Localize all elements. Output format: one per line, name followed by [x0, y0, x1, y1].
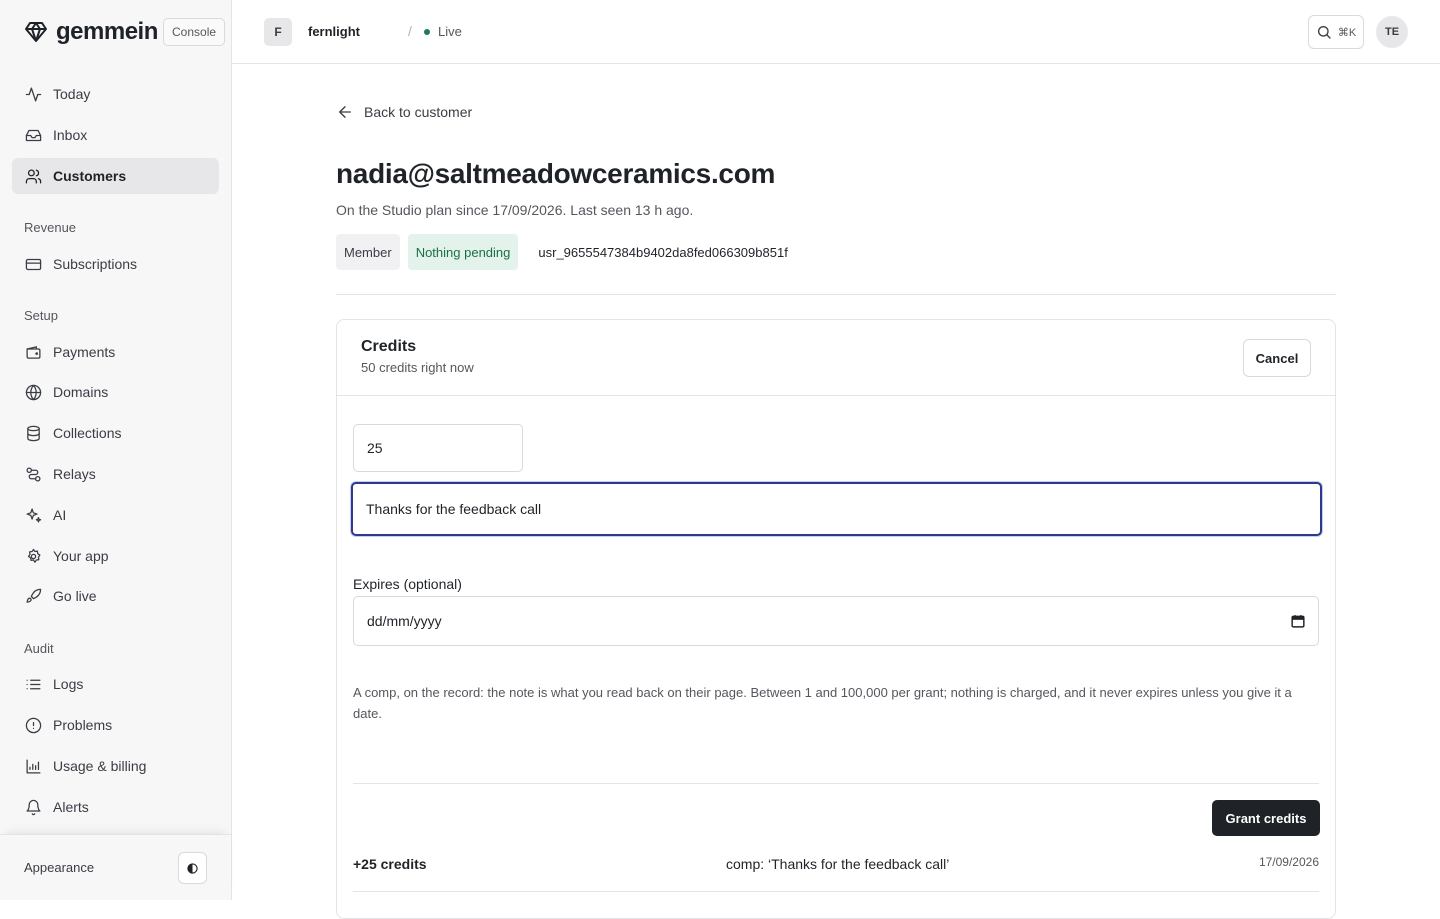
- sidebar-item-label: Alerts: [53, 799, 89, 815]
- credits-card: Credits 50 credits right now Cancel 25 T…: [336, 319, 1336, 919]
- section-revenue: Revenue: [24, 220, 77, 235]
- sidebar-item-customers[interactable]: Customers: [12, 158, 219, 194]
- credit-note-input[interactable]: Thanks for the feedback call: [351, 482, 1322, 536]
- sidebar-item-relays[interactable]: Relays: [12, 456, 219, 492]
- bell-icon: [24, 798, 42, 816]
- environment-label: Live: [438, 24, 462, 39]
- sidebar-item-label: Subscriptions: [53, 256, 138, 272]
- sidebar-item-label: Domains: [53, 384, 109, 400]
- sidebar-item-label: Payments: [53, 344, 116, 360]
- sidebar-item-ai[interactable]: AI: [12, 497, 219, 533]
- sidebar-item-label: Problems: [53, 717, 113, 733]
- brand-name: gemmein: [56, 18, 158, 45]
- live-status-dot: [424, 28, 430, 35]
- ledger-note: comp: ‘Thanks for the feedback call’: [726, 856, 950, 872]
- sidebar-item-payments[interactable]: Payments: [12, 334, 219, 370]
- sidebar-item-your-app[interactable]: Your app: [12, 538, 219, 574]
- console-badge: Console: [163, 18, 226, 46]
- sidebar-footer: Appearance: [0, 834, 231, 900]
- ledger-amount: +25 credits: [353, 856, 427, 872]
- section-setup: Setup: [24, 308, 58, 323]
- status-badge: Nothing pending: [407, 234, 519, 270]
- ledger-date: 17/09/2026: [1258, 855, 1319, 869]
- brand[interactable]: gemmein: [24, 18, 158, 46]
- page-subtitle: On the Studio plan since 17/09/2026. Las…: [336, 202, 694, 218]
- expires-label: Expires (optional): [353, 576, 462, 592]
- credits-balance: 50 credits right now: [361, 360, 474, 375]
- sidebar-item-label: AI: [53, 507, 67, 523]
- sidebar-item-label: Inbox: [53, 127, 88, 143]
- divider: [353, 783, 1319, 784]
- org-avatar[interactable]: F: [264, 18, 292, 46]
- arrow-left-icon: [336, 103, 354, 121]
- route-icon: [24, 465, 42, 483]
- activity-icon: [24, 85, 42, 103]
- sidebar-item-alerts[interactable]: Alerts: [12, 789, 219, 825]
- cancel-button[interactable]: Cancel: [1243, 339, 1311, 377]
- sidebar-item-inbox[interactable]: Inbox: [12, 117, 219, 153]
- sidebar-item-subscriptions[interactable]: Subscriptions: [12, 246, 219, 282]
- credits-card-header: Credits 50 credits right now Cancel: [337, 320, 1335, 396]
- credit-card-icon: [24, 255, 42, 273]
- credit-amount-input[interactable]: 25: [353, 424, 523, 472]
- divider: [336, 294, 1336, 295]
- page-title: nadia@saltmeadowceramics.com: [336, 158, 776, 189]
- contrast-icon: [187, 862, 198, 874]
- sidebar-item-label: Usage & billing: [53, 758, 147, 774]
- breadcrumb-separator: /: [408, 23, 412, 39]
- credits-helper-text: A comp, on the record: the note is what …: [353, 685, 1292, 721]
- sidebar-item-label: Your app: [53, 548, 109, 564]
- chart-icon: [24, 757, 42, 775]
- search-icon: [1316, 24, 1332, 40]
- sidebar-item-problems[interactable]: Problems: [12, 707, 219, 743]
- customer-badges: Member Nothing pending usr_9655547384b94…: [336, 234, 788, 270]
- sidebar: gemmein Console Today Inbox Customers Re…: [0, 0, 232, 900]
- org-switcher[interactable]: fernlight: [308, 24, 360, 39]
- environment-switcher[interactable]: Live: [424, 24, 462, 39]
- sparkles-icon: [24, 506, 42, 524]
- expires-date-input[interactable]: dd/mm/yyyy: [353, 596, 1319, 646]
- theme-toggle-button[interactable]: [178, 852, 207, 884]
- sidebar-item-usage-billing[interactable]: Usage & billing: [12, 748, 219, 784]
- date-placeholder: dd/mm/yyyy: [367, 613, 442, 629]
- sidebar-item-label: Today: [53, 86, 91, 102]
- search-button[interactable]: ⌘K: [1308, 15, 1364, 49]
- sidebar-item-today[interactable]: Today: [12, 76, 219, 112]
- user-id[interactable]: usr_9655547384b9402da8fed066309b851f: [538, 245, 787, 260]
- globe-icon: [24, 383, 42, 401]
- sidebar-item-label: Collections: [53, 425, 122, 441]
- grant-credits-button[interactable]: Grant credits: [1212, 800, 1320, 836]
- rocket-icon: [24, 587, 42, 605]
- appearance-label: Appearance: [24, 860, 95, 875]
- sidebar-item-domains[interactable]: Domains: [12, 374, 219, 410]
- list-icon: [24, 675, 42, 693]
- section-audit: Audit: [24, 641, 54, 656]
- sidebar-item-label: Relays: [53, 466, 96, 482]
- ledger-row: +25 credits comp: ‘Thanks for the feedba…: [353, 844, 1319, 892]
- alert-circle-icon: [24, 716, 42, 734]
- role-badge: Member: [336, 234, 400, 270]
- sidebar-item-logs[interactable]: Logs: [12, 666, 219, 702]
- gem-icon: [24, 18, 48, 46]
- database-icon: [24, 424, 42, 442]
- settings-icon: [24, 547, 42, 565]
- credits-title: Credits: [361, 338, 417, 355]
- sidebar-item-collections[interactable]: Collections: [12, 415, 219, 451]
- inbox-icon: [24, 126, 42, 144]
- sidebar-item-label: Go live: [53, 588, 97, 604]
- calendar-icon[interactable]: [1291, 614, 1305, 628]
- back-to-customer-link[interactable]: Back to customer: [336, 103, 472, 121]
- users-icon: [24, 167, 42, 185]
- user-avatar[interactable]: TE: [1376, 16, 1408, 48]
- topbar: F fernlight / Live ⌘K TE: [232, 0, 1440, 64]
- sidebar-item-label: Customers: [53, 168, 127, 184]
- sidebar-item-label: Logs: [53, 676, 84, 692]
- sidebar-item-go-live[interactable]: Go live: [12, 578, 219, 614]
- wallet-icon: [24, 343, 42, 361]
- back-link-label: Back to customer: [364, 104, 473, 120]
- search-shortcut: ⌘K: [1337, 26, 1357, 39]
